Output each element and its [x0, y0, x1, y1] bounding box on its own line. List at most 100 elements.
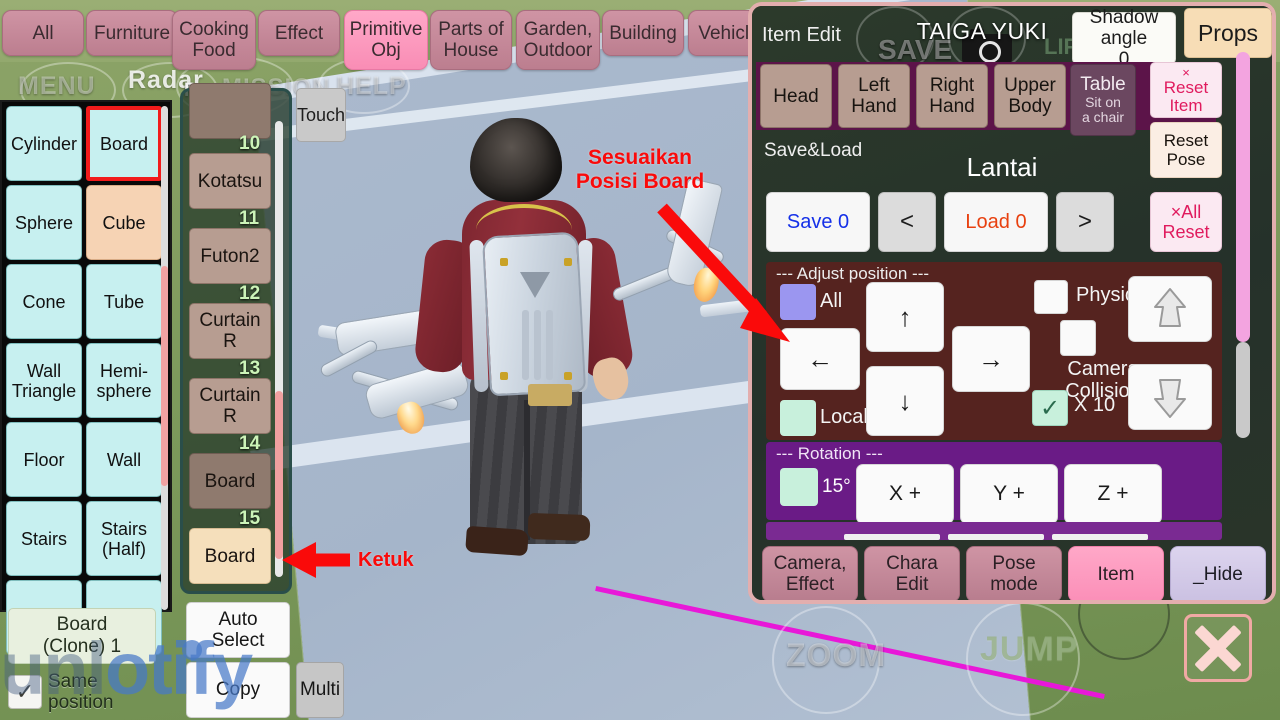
category-tab-building[interactable]: Building	[602, 10, 684, 56]
character-shoe-left	[465, 525, 529, 557]
scale-tab-3[interactable]	[1052, 534, 1148, 540]
jump-button-ring[interactable]	[966, 602, 1080, 716]
rotate-y-button[interactable]: Y +	[960, 464, 1058, 524]
move-right-button[interactable]: →	[952, 326, 1030, 392]
prop-item-12[interactable]: Curtain R	[189, 303, 271, 359]
category-tab-parts-of-house[interactable]: Parts of House	[430, 10, 512, 70]
prop-item-0[interactable]	[189, 83, 271, 139]
rotate-z-button[interactable]: Z +	[1064, 464, 1162, 524]
all-mode-swatch[interactable]	[780, 284, 816, 320]
prop-item-13[interactable]: Curtain R	[189, 378, 271, 434]
scale-tab-1[interactable]	[844, 534, 940, 540]
local-mode-swatch[interactable]	[780, 400, 816, 436]
move-down-button[interactable]: ↓	[866, 366, 944, 436]
all-reset-button[interactable]: ×All Reset	[1150, 192, 1222, 252]
x10-label: X 10	[1074, 394, 1116, 416]
move-lower-button[interactable]	[1128, 364, 1212, 430]
same-position-row[interactable]: ✓ Same position	[8, 666, 158, 718]
primitive-floor[interactable]: Floor	[6, 422, 82, 497]
reset-item-label: Reset Item	[1163, 77, 1209, 115]
prop-item-15[interactable]: Board	[189, 528, 271, 584]
mode-button-camera-effect[interactable]: Camera, Effect	[762, 546, 858, 600]
primitive-hemi-sphere[interactable]: Hemi-sphere	[86, 343, 162, 418]
panel-scrollbar-track[interactable]	[1236, 342, 1250, 438]
move-up-button[interactable]: ↑	[866, 282, 944, 352]
primitive-cube[interactable]: Cube	[86, 185, 162, 260]
rotation-section: --- Rotation --- 15° X + Y + Z +	[766, 442, 1222, 524]
primitive-cylinder[interactable]: Cylinder	[6, 106, 82, 181]
panel-scrollbar-thumb[interactable]	[1236, 52, 1250, 342]
move-left-button[interactable]: ←	[780, 328, 860, 390]
body-part-right-hand[interactable]: Right Hand	[916, 64, 988, 128]
primitive-object-grid: Cylinder Board Sphere Cube Cone Tube Wall Trian…	[2, 102, 170, 659]
primitive-wall[interactable]: Wall	[86, 422, 162, 497]
category-tab-all[interactable]: All	[2, 10, 84, 56]
mode-button-pose-mode[interactable]: Pose mode	[966, 546, 1062, 600]
body-part-head[interactable]: Head	[760, 64, 832, 128]
save-slot-name: Lantai	[966, 152, 1038, 182]
primitive-cone[interactable]: Cone	[6, 264, 82, 339]
body-part-upper-body[interactable]: Upper Body	[994, 64, 1066, 128]
all-mode-label: All	[820, 290, 843, 312]
character-hair	[470, 118, 562, 202]
body-part-left-hand[interactable]: Left Hand	[838, 64, 910, 128]
reset-item-x-icon: ×	[1182, 64, 1190, 80]
prop-index-12: 12	[239, 283, 261, 304]
prop-index-11: 11	[239, 208, 260, 229]
props-scrollbar-thumb[interactable]	[275, 391, 283, 559]
primitive-sphere[interactable]: Sphere	[6, 185, 82, 260]
primitive-stairs-half[interactable]: Stairs (Half)	[86, 501, 162, 576]
prop-item-10[interactable]: Kotatsu	[189, 153, 271, 209]
primitive-stairs[interactable]: Stairs	[6, 501, 82, 576]
move-raise-button[interactable]	[1128, 276, 1212, 342]
mode-button-hide[interactable]: _Hide	[1170, 546, 1266, 600]
props-tab-button[interactable]: Props	[1184, 8, 1272, 58]
primitive-tube[interactable]: Tube	[86, 264, 162, 339]
same-position-label: Same position	[48, 671, 114, 713]
x10-checkbox[interactable]: ✓	[1032, 390, 1068, 426]
rotate-x-button[interactable]: X +	[856, 464, 954, 524]
physics-checkbox[interactable]	[1034, 280, 1068, 314]
primitive-scrollbar-track[interactable]	[161, 106, 168, 610]
same-position-checkbox[interactable]: ✓	[8, 675, 42, 709]
touch-button[interactable]: Touch	[296, 88, 346, 142]
props-scrollbar-track[interactable]	[275, 121, 283, 577]
close-button[interactable]	[1184, 614, 1252, 682]
item-edit-panel: Item Edit SAVE TAIGA YUKI LIFE Shadow ang…	[748, 2, 1276, 604]
table-button-sublabel: Sit on a chair	[1081, 94, 1125, 125]
category-tab-bar: All Furniture Cooking Food Effect Primitive Ob…	[0, 4, 770, 72]
shadow-angle-label: Shadow angle	[1089, 6, 1159, 49]
item-edit-title: Item Edit	[762, 24, 841, 46]
mode-button-chara-edit[interactable]: Chara Edit	[864, 546, 960, 600]
prop-item-14[interactable]: Board	[189, 453, 271, 509]
primitive-board[interactable]: Board	[86, 106, 162, 181]
load-slot-button[interactable]: Load 0	[944, 192, 1048, 252]
zoom-button-ring[interactable]	[772, 606, 880, 714]
category-tab-garden-outdoor[interactable]: Garden, Outdoor	[516, 10, 600, 70]
primitive-wall-triangle[interactable]: Wall Triangle	[6, 343, 82, 418]
table-sit-button[interactable]: Table Sit on a chair	[1070, 64, 1136, 136]
shadow-angle-control[interactable]: Shadow angle 0	[1072, 7, 1176, 70]
copy-button[interactable]: Copy	[186, 662, 290, 718]
prev-slot-button[interactable]: <	[878, 192, 936, 252]
category-tab-primitive-obj[interactable]: Primitive Obj	[344, 10, 428, 70]
category-tab-effect[interactable]: Effect	[258, 10, 340, 56]
scale-tab-2[interactable]	[948, 534, 1044, 540]
rotation-step-swatch[interactable]	[780, 468, 818, 506]
save-slot-button[interactable]: Save 0	[766, 192, 870, 252]
reset-item-button[interactable]: × Reset Item	[1150, 62, 1222, 118]
mode-button-item[interactable]: Item	[1068, 546, 1164, 600]
backpack-bolt-2	[564, 258, 572, 266]
category-tab-cooking-food[interactable]: Cooking Food	[172, 10, 256, 70]
backpack-bolt-3	[500, 372, 508, 380]
category-tab-furniture[interactable]: Furniture	[86, 10, 178, 56]
prop-item-11[interactable]: Futon2	[189, 228, 271, 284]
backpack-triangle-vent	[520, 272, 550, 298]
multi-button[interactable]: Multi	[296, 662, 344, 718]
camera-collision-checkbox[interactable]	[1060, 320, 1096, 356]
next-slot-button[interactable]: >	[1056, 192, 1114, 252]
rotation-step-label: 15°	[822, 476, 851, 497]
reset-pose-button[interactable]: Reset Pose	[1150, 122, 1222, 178]
annotation-tap: Ketuk	[358, 549, 414, 571]
primitive-scrollbar-thumb[interactable]	[161, 266, 168, 486]
